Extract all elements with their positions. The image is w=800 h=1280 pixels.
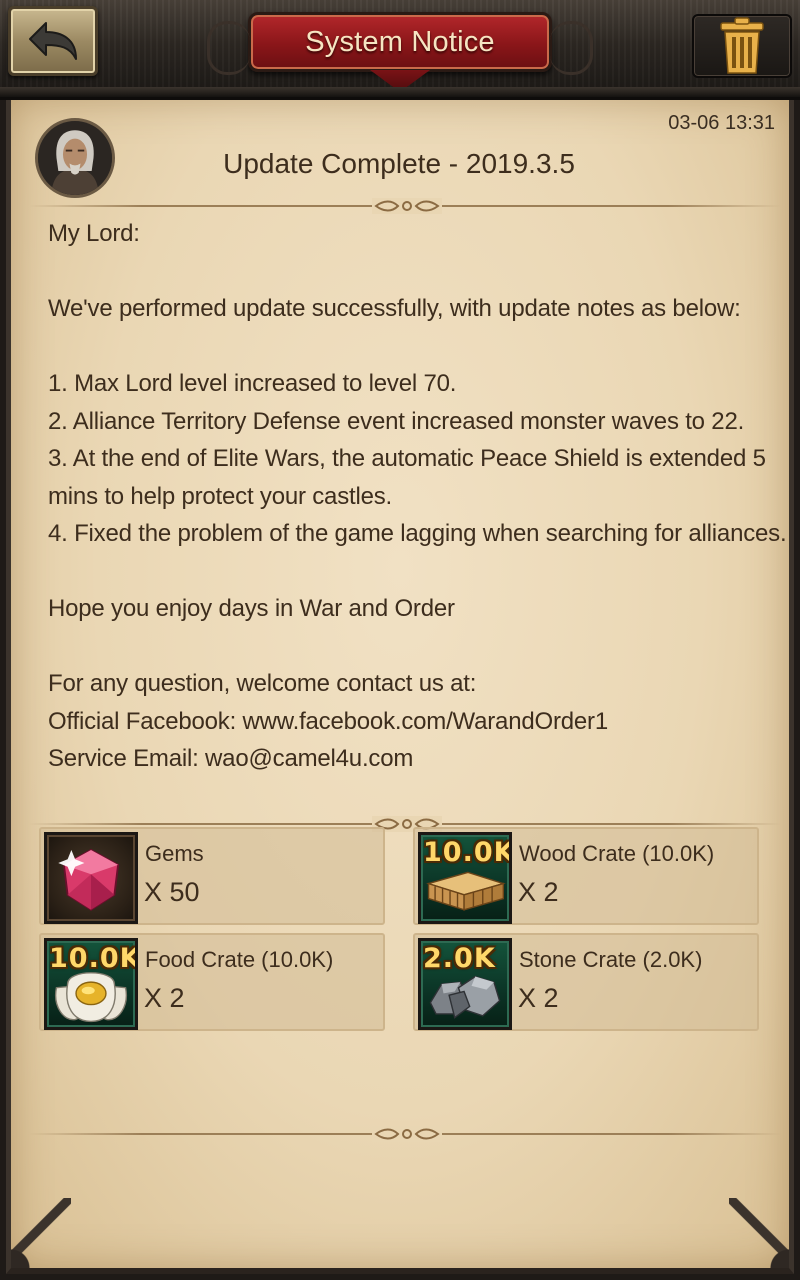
ornament-icon	[374, 1128, 440, 1140]
header-bar: System Notice	[0, 0, 800, 100]
reward-quantity: X 2	[144, 983, 185, 1013]
reward-quantity: X 50	[144, 877, 200, 907]
mail-intro: We've performed update successfully, wit…	[48, 295, 741, 322]
update-note: 3. At the end of Elite Wars, the automat…	[48, 445, 773, 510]
facebook-line: Official Facebook: www.facebook.com/Wara…	[48, 703, 788, 741]
reward-name: Gems	[145, 841, 204, 866]
footer-divider	[29, 1126, 781, 1142]
ornament-icon	[374, 200, 440, 212]
mail-timestamp: 03-06 13:31	[668, 112, 775, 134]
reward-name: Stone Crate (2.0K)	[519, 947, 703, 972]
update-note: 4. Fixed the problem of the game lagging…	[48, 520, 787, 547]
mail-greeting: My Lord:	[48, 220, 140, 247]
email-line: Service Email: wao@camel4u.com	[48, 740, 788, 778]
delete-button[interactable]	[692, 14, 792, 78]
title-ribbon	[370, 70, 430, 92]
panel-corner-ornament	[11, 1198, 71, 1268]
mail-title: Update Complete - 2019.3.5	[223, 148, 575, 179]
reward-quantity: X 2	[518, 983, 559, 1013]
reward-name: Food Crate (10.0K)	[145, 947, 334, 972]
mail-panel: 03-06 13:31 Update Complete - 2019.3.5 M…	[6, 100, 794, 1274]
reward-icon-frame: 2.0K	[418, 938, 512, 1030]
header-divider	[29, 198, 781, 214]
panel-corner-ornament	[729, 1198, 789, 1268]
reward-quantity: X 2	[518, 877, 559, 907]
reward-icon-frame: 10.0K	[418, 832, 512, 924]
facebook-label: Official Facebook:	[48, 707, 243, 735]
trash-icon	[720, 17, 764, 74]
back-button[interactable]	[8, 6, 98, 76]
reward-item-stone-crate[interactable]: 2.0K Stone Crate (2.0K) X 2	[413, 933, 759, 1031]
update-note: 1. Max Lord level increased to level 70.	[48, 370, 457, 397]
page-title: System Notice	[305, 25, 495, 58]
contact-intro: For any question, welcome contact us at:	[48, 670, 477, 697]
reward-amount-badge: 2.0K	[423, 943, 496, 974]
email-link[interactable]: wao@camel4u.com	[205, 745, 413, 772]
reward-icon-frame: 10.0K	[44, 938, 138, 1030]
reward-item-food-crate[interactable]: 10.0K Food Crate (10.0K) X 2	[39, 933, 385, 1031]
email-label: Service Email:	[48, 745, 206, 772]
update-note: 2. Alliance Territory Defense event incr…	[48, 407, 745, 435]
mail-closing: Hope you enjoy days in War and Order	[48, 595, 455, 622]
reward-name: Wood Crate (10.0K)	[519, 841, 715, 866]
facebook-link[interactable]: www.facebook.com/WarandOrder1	[243, 708, 609, 735]
title-plate: System Notice	[207, 12, 593, 75]
reward-icon-frame	[44, 832, 138, 924]
reward-item-gems[interactable]: Gems X 50	[39, 827, 385, 925]
gem-icon	[58, 848, 120, 911]
mail-body: My Lord: We've performed update successf…	[48, 215, 788, 778]
reward-item-wood-crate[interactable]: 10.0K Wood Crate (10.0K) X 2	[413, 827, 759, 925]
reward-amount-badge: 10.0K	[423, 837, 512, 868]
reward-amount-badge: 10.0K	[49, 943, 138, 974]
back-arrow-icon	[29, 22, 77, 60]
